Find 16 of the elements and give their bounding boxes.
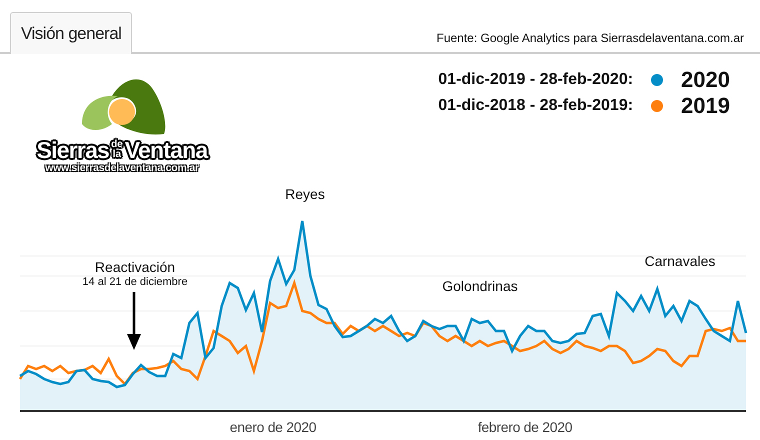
arrow-icon — [127, 292, 141, 350]
annotation-label: Golondrinas — [442, 278, 518, 294]
annotation-label: Carnavales — [644, 253, 716, 269]
annotation-label: Reactivación — [94, 259, 176, 275]
axis-label: enero de 2020 — [230, 419, 316, 435]
legend-year: 2019 — [681, 95, 730, 117]
logo-text: Sierras — [36, 138, 110, 162]
legend-year: 2020 — [681, 69, 730, 91]
annotation-label: Reyes — [285, 186, 325, 202]
axis-label: febrero de 2020 — [478, 419, 572, 435]
source-note: Fuente: Google Analytics para Sierrasdelaventana.com.ar — [436, 31, 744, 47]
overview-tab[interactable]: Visión general — [10, 12, 132, 54]
date-range-label: 01-dic-2019 - 28-feb-2020: — [438, 71, 634, 89]
date-range-label: 01-dic-2018 - 28-feb-2019: — [438, 97, 634, 115]
logo-url: www.sierrasdelaventana.com.ar — [45, 162, 199, 174]
annotation-date: 14 al 21 de diciembre — [82, 276, 188, 288]
